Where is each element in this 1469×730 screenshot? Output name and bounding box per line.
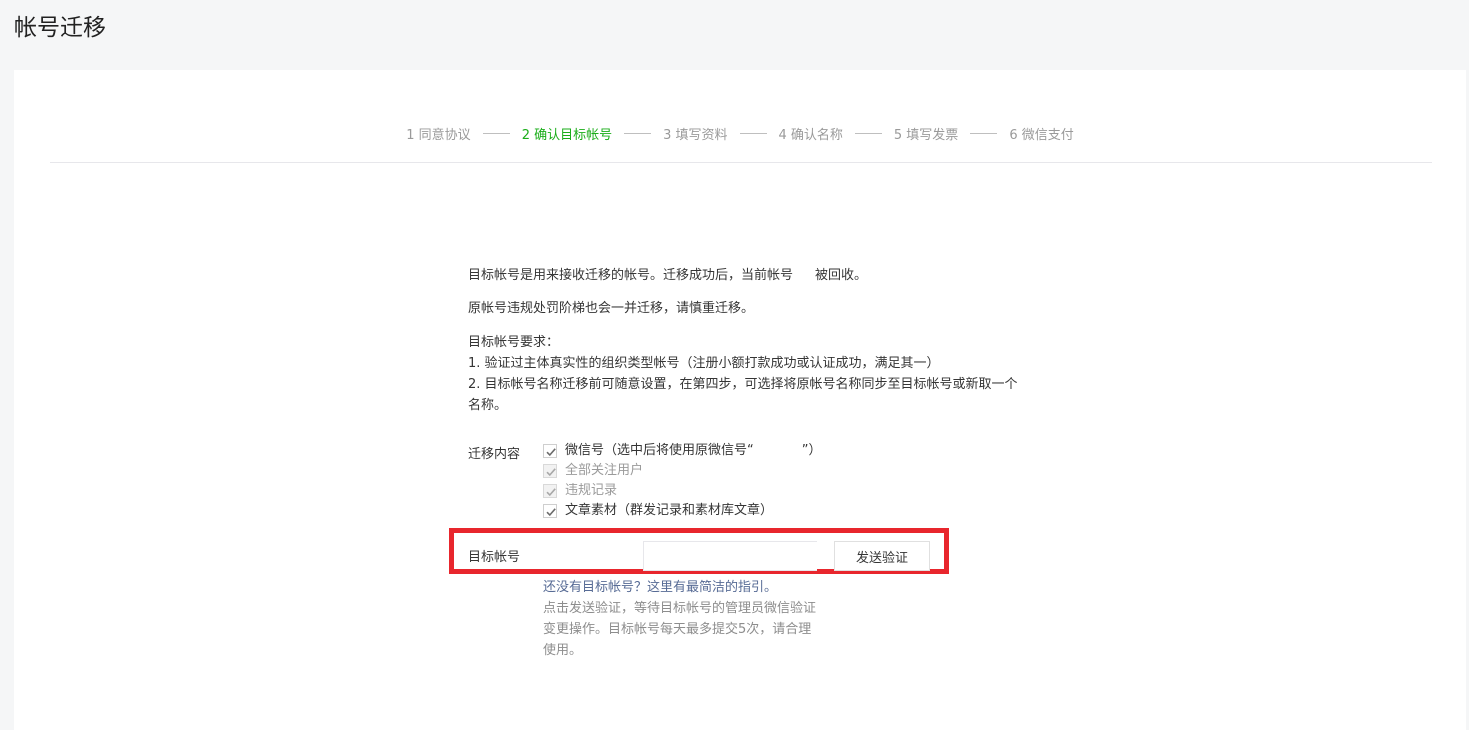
main-card: 1 同意协议 2 确认目标帐号 3 填写资料 4 确认名称 5 填写发票 6 微信支付 目… [14,70,1466,730]
step-separator [970,133,998,134]
intro-p1-before: 目标帐号是用来接收迁移的帐号。迁移成功后，当前帐号 [468,268,794,283]
option-label: 微信号（选中后将使用原微信号“ ”） [565,441,822,461]
page-title: 帐号迁移 [14,15,106,41]
intro-paragraph-2: 原帐号违规处罚阶梯也会一并迁移，请慎重迁移。 [468,301,755,316]
option-label: 文章素材（群发记录和素材库文章） [565,503,774,518]
migration-options: 微信号（选中后将使用原微信号“ ”） 全部关注用户 违规记录 文章素材（群发记录和… [543,441,822,521]
requirements-title: 目标帐号要求： [468,335,560,350]
step-separator [854,133,882,134]
guide-link[interactable]: 这里有最简洁的指引。 [647,580,777,595]
send-verification-button[interactable]: 发送验证 [834,541,930,571]
steps-divider [50,162,1432,163]
step-separator [482,133,510,134]
option-label-before: 微信号（选中后将使用原微信号“ [565,443,754,458]
step-indicator: 1 同意协议 2 确认目标帐号 3 填写资料 4 确认名称 5 填写发票 6 微信支付 [14,124,1466,143]
option-label-after: ”） [801,443,822,458]
target-account-label: 目标帐号 [468,550,521,565]
requirement-1: 1. 验证过主体真实性的组织类型帐号（注册小额打款成功或认证成功，满足其一） [468,356,940,371]
send-verification-tips: 点击发送验证，等待目标帐号的管理员微信验证变更操作。目标帐号每天最多提交5次，请… [543,601,817,658]
option-all-followers: 全部关注用户 [543,461,822,481]
step-5: 5 填写发票 [893,128,959,143]
checkbox-checked-icon [543,484,557,498]
option-wechat-id[interactable]: 微信号（选中后将使用原微信号“ ”） [543,441,822,461]
checkbox-checked-icon[interactable] [543,504,557,518]
guide-question: 还没有目标帐号？ [543,580,648,595]
intro-p1-after: 被回收。 [815,268,868,283]
option-label: 全部关注用户 [565,463,644,478]
guide-line: 还没有目标帐号？这里有最简洁的指引。 [543,576,777,595]
option-label: 违规记录 [565,483,618,498]
migration-content-label: 迁移内容 [468,447,521,462]
step-2: 2 确认目标帐号 [521,128,613,143]
requirement-2: 2. 目标帐号名称迁移前可随意设置，在第四步，可选择将原帐号名称同步至目标帐号或… [468,377,1018,413]
step-separator [624,133,652,134]
option-article-materials[interactable]: 文章素材（群发记录和素材库文章） [543,501,822,521]
checkbox-checked-icon[interactable] [543,444,557,458]
requirements: 目标帐号要求： 1. 验证过主体真实性的组织类型帐号（注册小额打款成功或认证成功… [468,332,1028,416]
step-6: 6 微信支付 [1009,128,1074,143]
step-3: 3 填写资料 [663,128,728,143]
step-1: 1 同意协议 [406,128,471,143]
intro-paragraph-1: 目标帐号是用来接收迁移的帐号。迁移成功后，当前帐号 被回收。 [468,265,867,286]
step-4: 4 确认名称 [778,128,843,143]
option-violation-records: 违规记录 [543,481,822,501]
target-account-input[interactable] [643,541,817,571]
step-separator [739,133,767,134]
checkbox-checked-icon [543,464,557,478]
